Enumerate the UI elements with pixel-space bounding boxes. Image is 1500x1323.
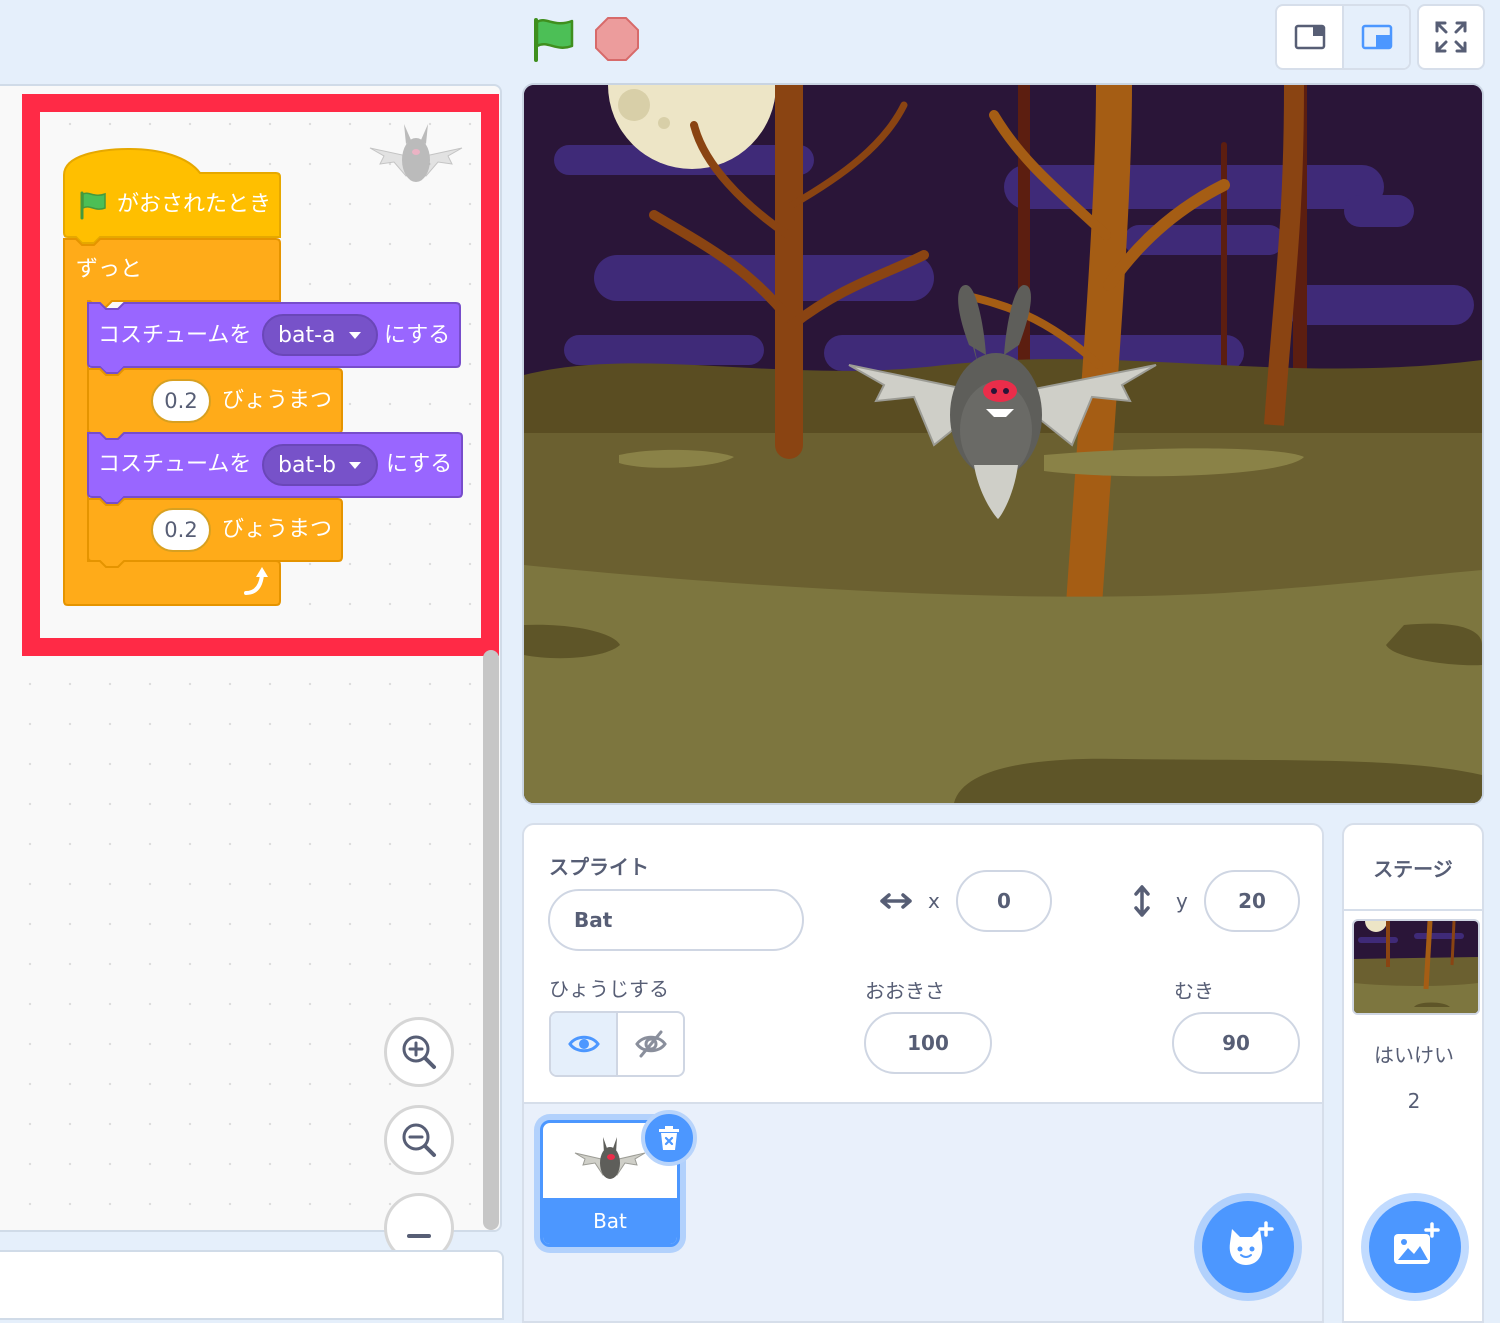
normal-stage-icon xyxy=(1361,24,1392,50)
dropdown-arrow-icon xyxy=(348,332,361,339)
y-label: y xyxy=(1176,889,1188,913)
add-backdrop-button[interactable] xyxy=(1369,1201,1461,1293)
switch-costume-1-prefix: コスチュームを xyxy=(98,323,252,348)
zoom-out-icon xyxy=(402,1123,436,1157)
visibility-toggle xyxy=(549,1011,685,1077)
bat-thumbnail-image xyxy=(574,1137,646,1179)
wait-1-suffix: びょうまつ xyxy=(222,388,333,413)
x-label: x xyxy=(928,889,940,913)
small-stage-button[interactable] xyxy=(1277,6,1344,68)
stage-pane: ステージ はいけい 2 xyxy=(1342,823,1484,1323)
switch-costume-2-prefix: コスチュームを xyxy=(98,452,252,477)
green-flag-icon xyxy=(534,18,574,62)
costume-dropdown-2[interactable]: bat-b xyxy=(262,444,378,486)
switch-costume-2-suffix: にする xyxy=(386,452,453,477)
show-label: ひょうじする xyxy=(549,977,669,1001)
when-flag-clicked-label: がおされたとき xyxy=(117,192,272,217)
stage-thumbnail-image xyxy=(1354,921,1478,1013)
backdrops-label: はいけい xyxy=(1374,1043,1454,1067)
wait-seconds-input-1[interactable]: 0.2 xyxy=(151,379,211,423)
add-sprite-icon xyxy=(1229,1221,1274,1265)
direction-label: むき xyxy=(1174,979,1214,1003)
eye-icon xyxy=(567,1035,600,1053)
fullscreen-button[interactable] xyxy=(1417,4,1485,70)
stage-size-toggle xyxy=(1275,4,1411,70)
add-sprite-button[interactable] xyxy=(1202,1201,1294,1293)
stop-icon xyxy=(595,17,639,61)
zoom-in-icon xyxy=(402,1035,436,1069)
fullscreen-icon xyxy=(1435,21,1467,53)
hide-sprite-button[interactable] xyxy=(618,1013,683,1075)
eye-slash-icon xyxy=(634,1030,667,1058)
costume-dropdown-2-value: bat-b xyxy=(278,452,336,478)
green-flag-button[interactable] xyxy=(528,14,578,64)
workspace-bottom-panel xyxy=(0,1250,504,1320)
x-position-icon xyxy=(880,893,912,909)
direction-input[interactable]: 90 xyxy=(1172,1012,1300,1074)
sprite-thumbnail-label: Bat xyxy=(543,1198,677,1244)
show-sprite-button[interactable] xyxy=(551,1013,618,1075)
trash-icon xyxy=(659,1126,679,1150)
size-input[interactable]: 100 xyxy=(864,1012,992,1074)
sprite-pane: スプライト Bat x 0 y 20 ひょうじする おおきさ 100 むき 90… xyxy=(522,823,1324,1323)
sprite-info-section: スプライト Bat x 0 y 20 ひょうじする おおきさ 100 むき 90 xyxy=(524,825,1322,1104)
stage-backdrop-woods xyxy=(524,85,1482,803)
dropdown-arrow-icon xyxy=(348,462,361,469)
sprite-title: スプライト xyxy=(549,855,649,879)
forever-label: ずっと xyxy=(76,257,143,282)
backdrops-count: 2 xyxy=(1407,1089,1421,1113)
costume-dropdown-1-value: bat-a xyxy=(278,322,336,348)
add-backdrop-icon xyxy=(1394,1222,1440,1264)
small-stage-icon xyxy=(1294,24,1325,50)
costume-dropdown-1[interactable]: bat-a xyxy=(262,314,378,356)
normal-stage-button[interactable] xyxy=(1344,6,1409,68)
switch-costume-1-suffix: にする xyxy=(384,323,451,348)
x-position-input[interactable]: 0 xyxy=(956,870,1052,932)
stage-canvas[interactable] xyxy=(522,83,1484,805)
stage-panel-title: ステージ xyxy=(1344,825,1482,911)
workspace-scrollbar[interactable] xyxy=(483,650,499,1230)
zoom-in-button[interactable] xyxy=(384,1017,454,1087)
y-position-icon xyxy=(1134,885,1150,917)
size-label: おおきさ xyxy=(865,979,945,1003)
zoom-reset-icon xyxy=(407,1234,431,1238)
hat-green-flag-icon xyxy=(80,191,106,220)
delete-sprite-button[interactable] xyxy=(641,1110,697,1166)
stage-thumbnail[interactable] xyxy=(1352,919,1480,1015)
sprite-name-input[interactable]: Bat xyxy=(548,889,804,951)
stop-button[interactable] xyxy=(594,16,640,62)
zoom-out-button[interactable] xyxy=(384,1105,454,1175)
y-position-input[interactable]: 20 xyxy=(1204,870,1300,932)
wait-2-suffix: びょうまつ xyxy=(222,517,333,542)
wait-seconds-input-2[interactable]: 0.2 xyxy=(151,508,211,552)
